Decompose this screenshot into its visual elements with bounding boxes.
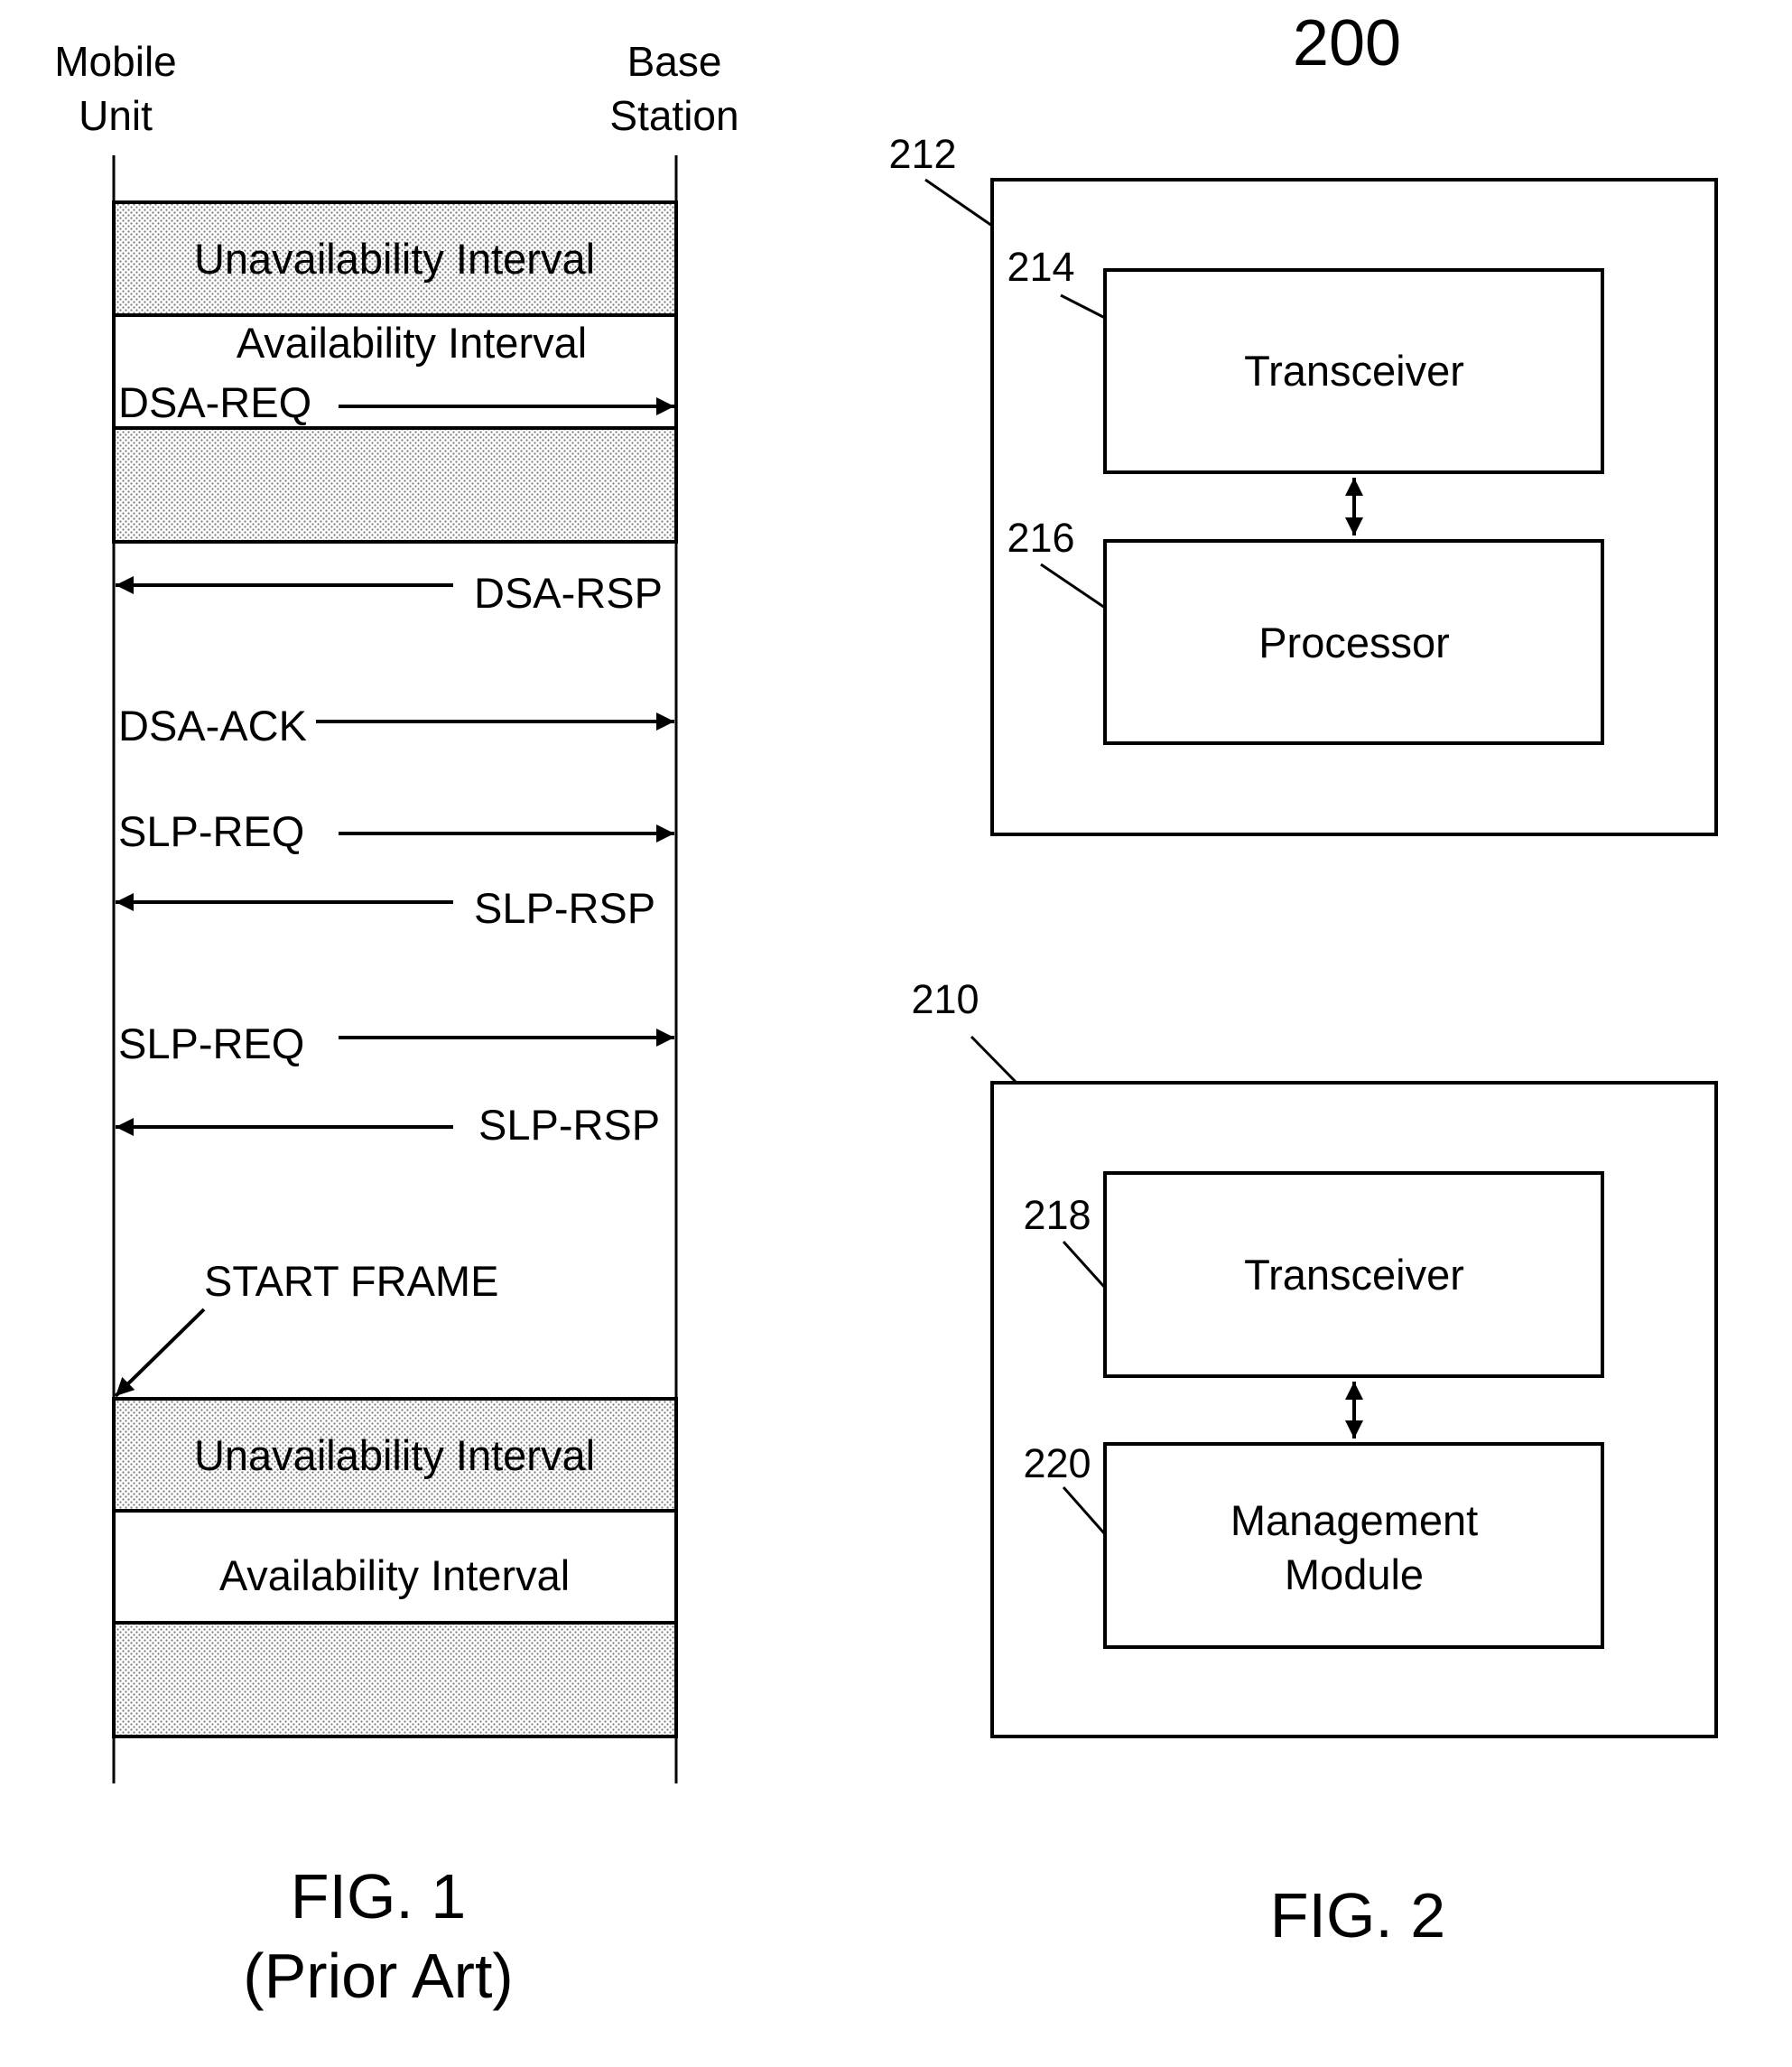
fig1-caption-prior-art: (Prior Art) [243,1941,513,2011]
message-dsa-ack-label: DSA-ACK [118,702,307,750]
availability-interval-2-label: Availability Interval [219,1551,570,1599]
component-218-leader-line [1062,1240,1107,1290]
message-dsa-rsp-label: DSA-RSP [474,569,663,617]
management-module-label-line2: Module [1285,1550,1424,1598]
base-station-label-line2: Station [609,92,738,139]
component-220-ref: 220 [1023,1440,1091,1486]
device-210-leader-line [970,1035,1018,1085]
processor-216-label: Processor [1258,619,1450,666]
device-212-leader-line [924,178,993,228]
fig2-caption: FIG. 2 [1270,1880,1445,1951]
mobile-unit-label-line2: Unit [79,92,153,139]
message-slp-req-2-label: SLP-REQ [118,1020,304,1067]
message-slp-rsp-2-label: SLP-RSP [478,1101,660,1149]
component-216-leader-line [1040,563,1106,610]
unavailability-interval-4 [112,1621,678,1738]
message-slp-rsp-1-label: SLP-RSP [474,884,655,932]
device-212-ref: 212 [888,131,956,177]
start-frame-pointer-arrow [114,1308,206,1398]
component-214-leader-line [1060,293,1106,320]
start-frame-label: START FRAME [204,1257,498,1305]
management-module-220-box [1103,1442,1604,1649]
patent-drawing: Mobile Unit Base Station Unavailability … [54,7,1718,2011]
unavailability-interval-1-label: Unavailability Interval [194,235,595,283]
fig1-caption: FIG. 1 [291,1861,466,1932]
fig1-sequence-diagram: Mobile Unit Base Station Unavailability … [54,38,738,2011]
availability-interval-1-label: Availability Interval [237,319,587,367]
message-slp-req-1-label: SLP-REQ [118,807,304,855]
unavailability-interval-2 [112,426,678,544]
transceiver-214-label: Transceiver [1244,347,1464,395]
component-220-leader-line [1062,1486,1107,1535]
mobile-unit-label-line1: Mobile [54,38,177,85]
system-ref-200: 200 [1293,7,1401,79]
component-218-ref: 218 [1023,1192,1091,1238]
device-210-ref: 210 [911,976,979,1022]
management-module-label-line1: Management [1230,1496,1478,1544]
fig2-block-diagram: 200 212 214 Transceiver 216 Processor 21… [888,7,1718,1951]
component-214-ref: 214 [1007,244,1074,290]
message-dsa-req-label: DSA-REQ [118,378,311,426]
unavailability-interval-3-label: Unavailability Interval [194,1431,595,1479]
transceiver-218-label: Transceiver [1244,1251,1464,1299]
component-216-ref: 216 [1007,515,1074,561]
base-station-label-line1: Base [627,38,722,85]
